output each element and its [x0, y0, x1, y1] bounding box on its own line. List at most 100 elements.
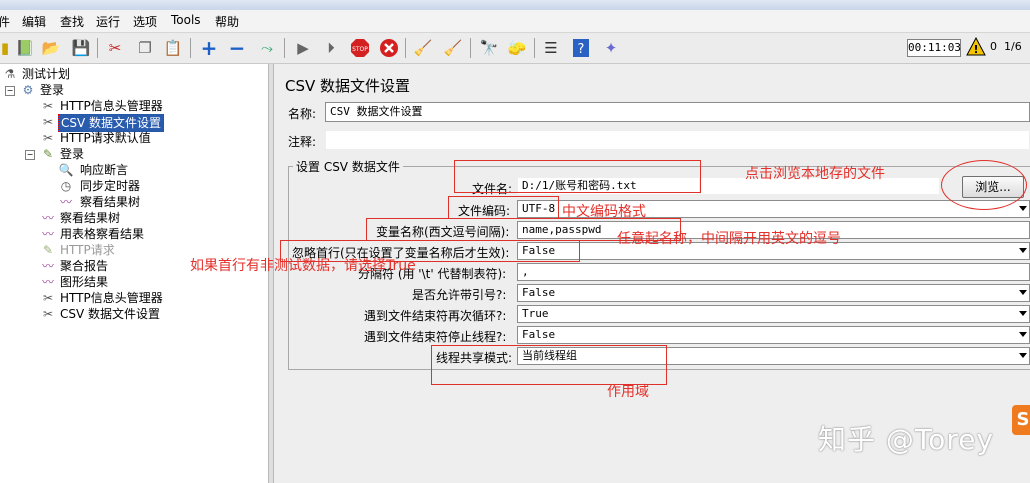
svg-text:STOP: STOP — [352, 46, 368, 53]
annotation-ellipse-browse — [941, 160, 1027, 210]
recycle-label: 遇到文件结束符再次循环?: — [364, 309, 507, 323]
assertion-icon: 🔍 — [58, 163, 74, 177]
stop-thread-select[interactable]: False — [517, 326, 1030, 344]
chevron-down-icon — [1019, 353, 1027, 358]
config-icon: ✂ — [42, 307, 54, 321]
tree-item[interactable]: 察看结果树 — [80, 194, 140, 210]
copy-icon[interactable]: ❐ — [134, 37, 156, 59]
function-helper-icon[interactable]: ☰ — [540, 37, 562, 59]
page-title: CSV 数据文件设置 — [285, 77, 411, 95]
listener-icon: 〰 — [41, 211, 54, 225]
expand-icon[interactable]: + — [198, 36, 220, 60]
svg-text:!: ! — [973, 43, 978, 56]
config-icon: ✂ — [42, 291, 54, 305]
menu-edit[interactable]: 编辑 — [22, 13, 46, 30]
sampler-icon: ✎ — [42, 243, 54, 257]
toggle-icon[interactable]: ⤳ — [256, 37, 278, 59]
elapsed-timer: 00:11:03 — [907, 39, 961, 57]
chevron-down-icon — [1019, 248, 1027, 253]
stop-thread-value: False — [522, 328, 556, 341]
tree-item[interactable]: HTTP请求默认值 — [60, 130, 151, 146]
menu-tools[interactable]: Tools — [171, 13, 201, 27]
chevron-down-icon — [1019, 311, 1027, 316]
group-title: 设置 CSV 数据文件 — [293, 158, 403, 175]
tree-item-disabled[interactable]: HTTP请求 — [60, 242, 115, 258]
tree-item[interactable]: 图形结果 — [60, 274, 108, 290]
warning-count: 0 — [990, 40, 997, 53]
svg-text:?: ? — [578, 42, 585, 57]
recycle-select[interactable]: True — [517, 305, 1030, 323]
chevron-down-icon — [1019, 332, 1027, 337]
annotation-varnames: 任意起名称，中间隔开用英文的逗号 — [617, 231, 841, 247]
watermark: 知乎 @Torey — [818, 423, 995, 456]
tree-item[interactable]: 同步定时器 — [80, 178, 140, 194]
warning-icon[interactable]: ! — [966, 36, 986, 57]
tree-item[interactable]: CSV 数据文件设置 — [60, 306, 160, 322]
test-plan-icon: ⚗ — [4, 67, 16, 81]
templates-icon[interactable]: 📗 — [14, 37, 36, 59]
config-icon: ✂ — [42, 131, 54, 145]
timer-icon: ◷ — [60, 179, 72, 193]
quoted-select[interactable]: False — [517, 284, 1030, 302]
delimiter-input[interactable]: , — [517, 263, 1030, 281]
tree-root[interactable]: 测试计划 — [22, 66, 70, 82]
listener-icon: 〰 — [41, 227, 54, 241]
comment-label: 注释: — [288, 135, 317, 149]
window-title-strip — [0, 0, 1030, 10]
open-icon[interactable]: 📂 — [40, 37, 62, 59]
recycle-value: True — [522, 307, 549, 320]
watermark-logo-icon: S — [1012, 405, 1030, 435]
collapse-toggle-icon[interactable]: − — [5, 86, 15, 96]
annotation-box-sharing — [431, 345, 667, 385]
search-icon[interactable]: 🔭 — [478, 37, 500, 59]
annotation-box-filename — [454, 160, 701, 193]
start-icon[interactable]: ▶ — [292, 37, 314, 59]
listener-icon: 〰 — [41, 275, 54, 289]
name-input[interactable]: CSV 数据文件设置 — [325, 102, 1030, 122]
annotation-browse: 点击浏览本地存的文件 — [745, 166, 885, 182]
thread-ratio: 1/6 — [1004, 40, 1022, 53]
reset-search-icon[interactable]: 🧽 — [506, 37, 528, 59]
config-icon: ✂ — [42, 115, 54, 129]
cut-icon[interactable]: ✂ — [104, 37, 126, 59]
collapse-icon[interactable]: − — [226, 36, 248, 60]
help-icon[interactable]: ? — [570, 37, 592, 59]
annotation-ignore-first: 如果首行有非测试数据，请选择True — [190, 258, 416, 274]
stop-thread-label: 遇到文件结束符停止线程?: — [364, 330, 507, 344]
thread-group-icon: ⚙ — [22, 83, 34, 97]
shutdown-icon[interactable] — [378, 37, 400, 59]
stop-icon[interactable]: STOP — [349, 37, 371, 59]
tree-item[interactable]: HTTP信息头管理器 — [60, 290, 163, 306]
clear-icon[interactable]: 🧹 — [412, 37, 434, 59]
menu-bar: 件 编辑 查找 运行 选项 Tools 帮助 — [0, 10, 1030, 33]
config-icon: ✂ — [42, 99, 54, 113]
listener-icon: 〰 — [41, 259, 54, 273]
tree-item[interactable]: HTTP信息头管理器 — [60, 98, 163, 114]
menu-file[interactable]: 件 — [0, 13, 10, 30]
toolbar: ▮ 📗 📂 💾 ✂ ❐ 📋 + − ⤳ ▶ ⏵ STOP 🧹 🧹 🔭 🧽 ☰ ?… — [0, 33, 1030, 64]
tree-item[interactable]: 用表格察看结果 — [60, 226, 144, 242]
paste-icon[interactable]: 📋 — [162, 37, 184, 59]
start-no-pause-icon[interactable]: ⏵ — [320, 37, 342, 59]
quoted-label: 是否允许带引号?: — [412, 288, 507, 302]
listener-icon: 〰 — [59, 195, 72, 209]
annotation-box-encoding — [448, 196, 559, 219]
tree-item[interactable]: 登录 — [60, 146, 84, 162]
menu-options[interactable]: 选项 — [133, 13, 157, 30]
menu-help[interactable]: 帮助 — [215, 13, 239, 30]
menu-run[interactable]: 运行 — [96, 13, 120, 30]
menu-search[interactable]: 查找 — [60, 13, 84, 30]
collapse-toggle-icon[interactable]: − — [25, 150, 35, 160]
annotation-encoding: 中文编码格式 — [562, 204, 646, 220]
annotation-sharing: 作用域 — [607, 384, 649, 400]
tree-item[interactable]: 响应断言 — [80, 162, 128, 178]
save-icon[interactable]: 💾 — [70, 37, 92, 59]
comment-input[interactable] — [325, 130, 1030, 150]
remote-icon[interactable]: ✦ — [600, 37, 622, 59]
tree-item[interactable]: 察看结果树 — [60, 210, 120, 226]
chevron-down-icon — [1019, 290, 1027, 295]
name-label: 名称: — [288, 107, 317, 121]
tree-thread-group[interactable]: 登录 — [40, 82, 64, 98]
tree-item[interactable]: 聚合报告 — [60, 258, 108, 274]
clear-all-icon[interactable]: 🧹 — [442, 37, 464, 59]
